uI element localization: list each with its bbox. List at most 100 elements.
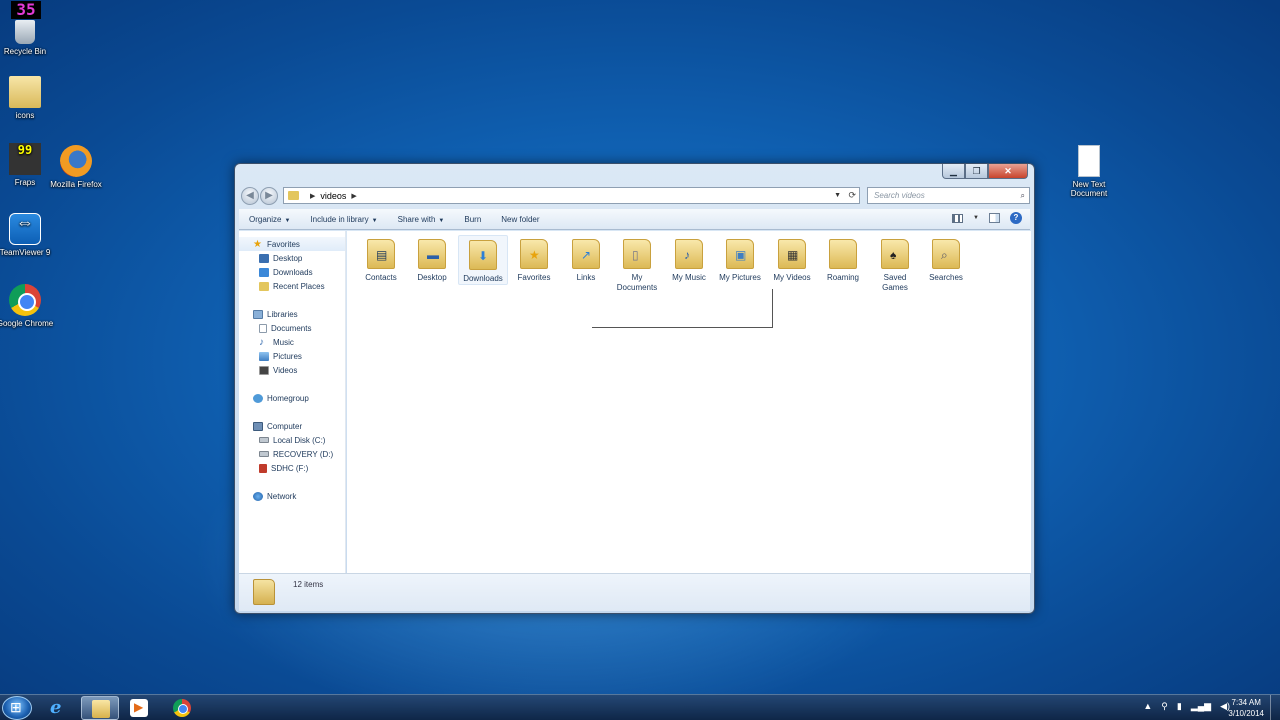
chevron-down-icon[interactable]: ▼ [973, 215, 979, 221]
folder-label: Links [576, 273, 596, 282]
fraps-icon: 99 [9, 143, 41, 175]
nav-favorites[interactable]: ★ Favorites [239, 237, 345, 251]
nav-downloads[interactable]: Downloads [239, 265, 345, 279]
chevron-down-icon: ▼ [371, 217, 378, 224]
folder-label: Favorites [517, 273, 551, 282]
documents-icon [259, 323, 267, 333]
taskbar-windows-explorer[interactable] [81, 696, 119, 720]
start-button[interactable] [2, 696, 32, 720]
folder-label: My Videos [773, 273, 811, 282]
nav-network[interactable]: Network [239, 489, 345, 503]
nav-music[interactable]: ♪ Music [239, 335, 345, 349]
folder-icon [253, 579, 275, 605]
nav-documents[interactable]: Documents [239, 321, 345, 335]
folder-my-pictures[interactable]: ▣ My Pictures [715, 235, 765, 283]
search-icon: ⌕ [932, 239, 960, 269]
folder-my-documents[interactable]: ▯ My Documents [612, 235, 662, 293]
taskbar-internet-explorer[interactable]: e [40, 696, 78, 720]
nav-recovery[interactable]: RECOVERY (D:) [239, 447, 345, 461]
desktop-icon-teamviewer[interactable]: TeamViewer 9 [0, 213, 55, 257]
address-bar[interactable]: ▶ videos ▶ ▼ ⟳ [283, 187, 860, 204]
selection-rectangle [592, 289, 773, 328]
folder-favorites[interactable]: ★ Favorites [509, 235, 559, 283]
folder-searches[interactable]: ⌕ Searches [921, 235, 971, 283]
folder-icon [9, 76, 41, 108]
nav-computer[interactable]: Computer [239, 419, 345, 433]
refresh-icon[interactable]: ⟳ [848, 190, 856, 201]
signal-icon[interactable]: ▂▄▆ [1191, 701, 1211, 712]
forward-button[interactable]: ▶ [260, 187, 278, 205]
internet-explorer-icon: e [50, 697, 62, 718]
nav-pictures[interactable]: Pictures [239, 349, 345, 363]
network-icon [253, 491, 263, 501]
change-view-icon[interactable] [952, 213, 964, 223]
desktop-icon-label: Mozilla Firefox [50, 180, 102, 189]
preview-pane-icon[interactable] [989, 213, 1000, 223]
taskbar-chrome[interactable] [163, 696, 201, 720]
folder-desktop[interactable]: ▬ Desktop [407, 235, 457, 283]
folder-icon [288, 191, 299, 200]
folder-contacts[interactable]: ▤ Contacts [356, 235, 406, 283]
file-list[interactable]: ▤ Contacts ▬ Desktop ⬇ Downloads ★ Favor… [347, 231, 1031, 573]
maximize-button[interactable]: ❐ [965, 164, 988, 179]
folder-label: Downloads [463, 274, 503, 283]
share-with-button[interactable]: Share with ▼ [398, 215, 445, 224]
nav-desktop[interactable]: Desktop [239, 251, 345, 265]
taskbar-media-player[interactable] [120, 696, 158, 720]
firefox-icon [60, 145, 92, 177]
desktop-icon-label: TeamViewer 9 [0, 248, 51, 257]
desktop-icon-label: Recycle Bin [3, 47, 47, 56]
minimize-button[interactable]: ▁ [942, 164, 965, 179]
show-hidden-icons-icon[interactable]: ▲ [1143, 701, 1152, 712]
nav-videos[interactable]: Videos [239, 363, 345, 377]
folder-downloads[interactable]: ⬇ Downloads [458, 235, 508, 285]
desktop-icon-firefox[interactable]: Mozilla Firefox [46, 145, 106, 189]
taskbar: e ▲ ⚲ ▮ ▂▄▆ ◀) 7:34 AM 3/10/2014 [0, 694, 1280, 720]
caption-buttons: ▁ ❐ ✕ [942, 164, 1028, 179]
battery-icon[interactable]: ▮ [1177, 701, 1182, 712]
back-button[interactable]: ◀ [241, 187, 259, 205]
close-button[interactable]: ✕ [988, 164, 1028, 179]
folder-links[interactable]: ↗ Links [561, 235, 611, 283]
new-folder-button[interactable]: New folder [501, 215, 539, 224]
folder-saved-games[interactable]: ♠ Saved Games [870, 235, 920, 293]
chrome-icon [173, 699, 191, 717]
desktop-icon-new-text-document[interactable]: New Text Document [1059, 145, 1119, 198]
clock[interactable]: 7:34 AM 3/10/2014 [1228, 697, 1264, 719]
breadcrumb-videos[interactable]: videos [320, 191, 346, 201]
organize-button[interactable]: Organize ▼ [249, 215, 290, 224]
folder-label: My Pictures [719, 273, 761, 282]
desktop-icon-icons[interactable]: icons [0, 76, 55, 120]
nav-homegroup[interactable]: Homegroup [239, 391, 345, 405]
documents-icon: ▯ [623, 239, 651, 269]
search-input[interactable]: Search videos ⌕ [867, 187, 1030, 204]
address-dropdown-icon[interactable]: ▼ [834, 192, 841, 199]
explorer-window[interactable]: ▁ ❐ ✕ ◀ ▶ ▶ videos ▶ ▼ ⟳ Search videos ⌕… [234, 163, 1035, 614]
usb-icon[interactable]: ⚲ [1161, 701, 1168, 712]
chevron-down-icon: ▼ [284, 217, 291, 224]
homegroup-icon [253, 393, 263, 403]
desktop-icon-label: icons [15, 111, 35, 120]
nav-sdhc[interactable]: SDHC (F:) [239, 461, 345, 475]
desktop-icon-chrome[interactable]: Google Chrome [0, 284, 55, 328]
star-icon: ★ [253, 238, 262, 250]
nav-recent-places[interactable]: Recent Places [239, 279, 345, 293]
folder-my-music[interactable]: ♪ My Music [664, 235, 714, 283]
folder-roaming[interactable]: Roaming [818, 235, 868, 283]
star-icon: ★ [520, 239, 548, 269]
include-in-library-button[interactable]: Include in library ▼ [310, 215, 377, 224]
navigation-bar: ◀ ▶ ▶ videos ▶ ▼ ⟳ Search videos ⌕ [241, 186, 1030, 206]
nav-libraries[interactable]: Libraries [239, 307, 345, 321]
desktop-icon-recycle-bin[interactable]: Recycle Bin [0, 14, 55, 56]
breadcrumb-arrow-icon[interactable]: ▶ [310, 192, 315, 200]
folder-my-videos[interactable]: ▦ My Videos [767, 235, 817, 283]
folder-label: Contacts [365, 273, 397, 282]
downloads-icon: ⬇ [469, 240, 497, 270]
show-desktop-button[interactable] [1270, 695, 1280, 720]
help-icon[interactable]: ? [1010, 212, 1022, 224]
nav-local-disk[interactable]: Local Disk (C:) [239, 433, 345, 447]
burn-button[interactable]: Burn [464, 215, 481, 224]
command-bar: Organize ▼ Include in library ▼ Share with… [239, 209, 1030, 230]
search-icon[interactable]: ⌕ [1021, 188, 1025, 203]
breadcrumb-arrow-icon[interactable]: ▶ [351, 192, 356, 200]
